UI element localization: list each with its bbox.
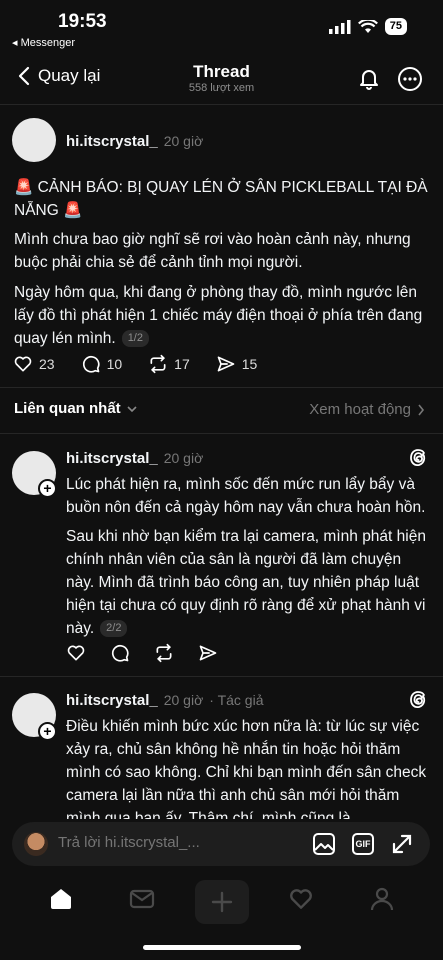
home-indicator (143, 945, 301, 950)
post-time: 20 giờ (163, 133, 204, 149)
my-avatar (24, 832, 48, 856)
heart-icon (14, 356, 32, 372)
post-paragraph: Mình chưa bao giờ nghĩ sẽ rơi vào hoàn c… (14, 231, 411, 271)
person-icon[interactable] (369, 886, 395, 912)
heart-icon[interactable] (66, 643, 86, 663)
post-title-text: 🚨 CẢNH BÁO: BỊ QUAY LÉN Ở SÂN PICKLEBALL… (14, 179, 428, 219)
header: Quay lại Thread 558 lượt xem (0, 56, 443, 100)
more-icon[interactable] (397, 66, 423, 92)
status-icons: 75 (328, 18, 407, 35)
reply-bar: GIF (12, 822, 430, 866)
chevron-right-icon (418, 404, 425, 415)
reply-actions (66, 643, 218, 663)
home-icon[interactable] (48, 886, 74, 912)
reply-time: 20 giờ (163, 450, 204, 466)
divider (0, 676, 443, 677)
share-icon[interactable] (198, 643, 218, 663)
divider (0, 433, 443, 434)
reply-username[interactable]: hi.itscrystal_ 20 giờ · Tác giả (66, 692, 263, 709)
chevron-down-icon (127, 405, 137, 412)
reply-time: 20 giờ (163, 692, 204, 708)
comment-count: 10 (106, 356, 123, 372)
page-indicator: 1/2 (121, 330, 149, 348)
repost-icon (150, 354, 166, 374)
back-to-messenger[interactable]: ◂ Messenger (12, 36, 75, 49)
repost-count: 17 (174, 356, 190, 372)
repost-icon[interactable] (154, 643, 174, 663)
comment-icon (82, 355, 100, 373)
heart-icon[interactable] (288, 886, 314, 912)
like-button[interactable]: 23 (13, 354, 55, 374)
share-count: 15 (241, 356, 258, 372)
reply-paragraph: Lúc phát hiện ra, mình sốc đến mức run l… (66, 476, 426, 516)
post-paragraph: Ngày hôm qua, khi đang ở phòng thay đồ, … (14, 284, 423, 348)
wifi-icon (357, 19, 378, 33)
share-button[interactable]: 15 (216, 354, 258, 374)
bell-icon[interactable] (357, 66, 381, 90)
comment-button[interactable]: 10 (81, 354, 123, 374)
divider (0, 104, 443, 105)
reply-paragraph: Điều khiến mình bức xúc hơn nữa là: từ l… (66, 718, 427, 819)
avatar[interactable] (12, 118, 56, 162)
tab-bar (0, 880, 443, 924)
share-icon (217, 356, 235, 372)
sort-dropdown[interactable]: Liên quan nhất (14, 400, 137, 417)
page-indicator: 2/2 (100, 620, 128, 638)
inbox-icon[interactable] (129, 886, 155, 912)
comment-icon[interactable] (110, 643, 130, 663)
new-thread-button[interactable] (195, 880, 249, 924)
sort-bar: Liên quan nhất Xem hoạt động (0, 400, 443, 422)
like-count: 23 (39, 356, 55, 372)
signal-icon (328, 19, 351, 34)
reply-paragraph: Sau khi nhờ bạn kiểm tra lại camera, mìn… (66, 528, 426, 638)
expand-icon[interactable] (390, 832, 414, 856)
post-actions: 23 10 17 15 (13, 354, 283, 374)
repost-button[interactable]: 17 (148, 354, 190, 374)
threads-icon (410, 691, 426, 709)
divider (0, 387, 443, 388)
view-activity-link[interactable]: Xem hoạt động (309, 401, 425, 418)
reply-username[interactable]: hi.itscrystal_ 20 giờ (66, 450, 203, 467)
post-username[interactable]: hi.itscrystal_ 20 giờ (66, 133, 203, 150)
reply-tools: GIF (312, 832, 414, 856)
battery-indicator: 75 (384, 18, 407, 35)
status-time: 19:53 (58, 11, 107, 32)
status-bar: 19:53 ◂ Messenger 75 (0, 0, 443, 56)
reply-input[interactable] (58, 834, 228, 851)
gif-button[interactable]: GIF (352, 833, 374, 855)
follow-plus-icon[interactable]: + (38, 479, 57, 498)
follow-plus-icon[interactable]: + (38, 722, 57, 741)
image-icon[interactable] (312, 832, 336, 856)
plus-icon (211, 891, 233, 913)
author-tag: · Tác giả (209, 692, 264, 708)
threads-icon (410, 449, 426, 467)
